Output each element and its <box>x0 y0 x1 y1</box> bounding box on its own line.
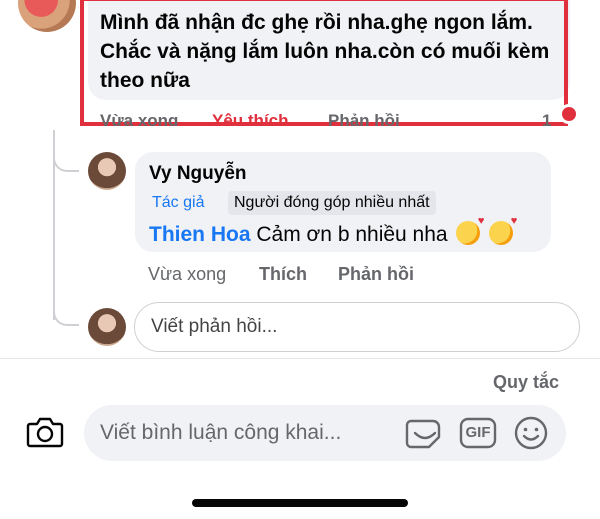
top-contributor-badge: Người đóng góp nhiều nhất <box>228 191 436 215</box>
comment-time: Vừa xong <box>100 111 179 126</box>
thread-connector <box>53 290 79 326</box>
smiling-hearts-emoji-icon <box>456 215 484 245</box>
divider <box>0 358 600 359</box>
reply-author-name[interactable]: Vy Nguyễn <box>149 163 247 185</box>
reply-time: Vừa xong <box>148 264 227 284</box>
reply-text: Thien Hoa Cảm ơn b nhiều nha <box>149 215 517 247</box>
author-badge: Tác giả <box>152 194 205 211</box>
emoji-icon[interactable] <box>512 415 550 451</box>
reply-button[interactable]: Phản hồi <box>328 111 400 126</box>
reply-message: Cảm ơn b nhiều nha <box>256 223 448 246</box>
mention-link[interactable]: Thien Hoa <box>149 223 251 246</box>
gif-label: GIF <box>465 424 491 441</box>
commenter-avatar[interactable] <box>18 0 76 32</box>
camera-icon[interactable] <box>26 415 64 449</box>
highlight-box <box>80 0 568 126</box>
reply-author-avatar[interactable] <box>88 152 126 190</box>
smiling-hearts-emoji-icon <box>489 215 517 245</box>
reply-button[interactable]: Phản hồi <box>338 264 414 285</box>
sticker-icon[interactable] <box>405 415 445 451</box>
love-button[interactable]: Yêu thích <box>212 111 289 126</box>
comment-input[interactable] <box>100 416 400 450</box>
like-button[interactable]: Thích <box>259 264 307 285</box>
reaction-count[interactable]: 1 <box>542 111 551 126</box>
heart-reaction-icon <box>559 104 579 124</box>
current-user-avatar <box>88 308 126 346</box>
home-indicator <box>192 499 408 507</box>
reply-input[interactable] <box>134 302 580 352</box>
rules-link[interactable]: Quy tắc <box>493 372 559 393</box>
thread-connector <box>53 140 79 172</box>
gif-icon[interactable]: GIF <box>458 416 498 450</box>
